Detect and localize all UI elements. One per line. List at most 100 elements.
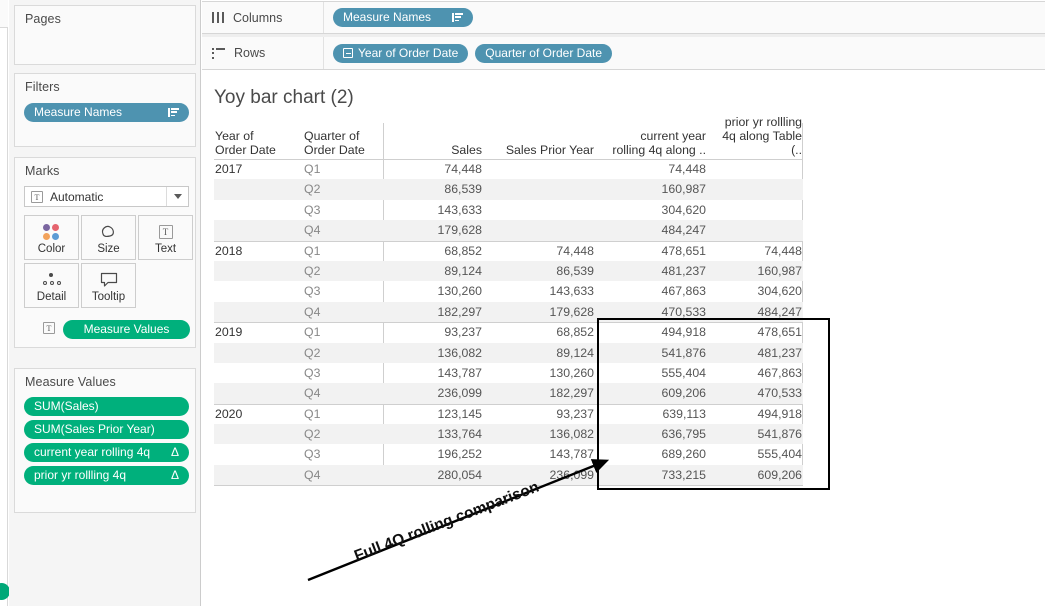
header-vertical-rule — [383, 123, 384, 160]
tableau-worksheet-window: Pages Filters Measure Names Marks T Auto… — [0, 0, 1051, 606]
cell-sales-prior-year: 182,297 — [549, 386, 594, 401]
text-glyph-icon: T — [43, 322, 55, 334]
filters-card-title: Filters — [25, 80, 60, 94]
cell-sales: 74,448 — [444, 162, 482, 176]
mark-type-label: Automatic — [50, 189, 104, 204]
marks-card: Marks T Automatic Color Size T Text Deta… — [14, 157, 196, 348]
column-header-year[interactable]: Year of Order Date — [215, 129, 295, 157]
chevron-down-icon[interactable] — [166, 187, 188, 206]
column-header-current-year-rolling-4q[interactable]: current year rolling 4q along .. — [596, 129, 706, 157]
marks-pill-measure-values[interactable]: Measure Values — [63, 320, 190, 339]
worksheet-canvas: Yoy bar chart (2) Year of Order Date Qua… — [202, 71, 1051, 606]
table-row[interactable]: Q2 89,124 86,539 481,237 160,987 — [214, 260, 803, 282]
cell-quarter: Q2 — [304, 427, 321, 442]
column-header-sales-prior-year[interactable]: Sales Prior Year — [486, 129, 594, 157]
measure-value-pill-label: SUM(Sales) — [34, 399, 99, 413]
cell-current-year-rolling-4q: 478,651 — [661, 243, 706, 258]
rows-pill-label: Year of Order Date — [358, 45, 459, 60]
measure-value-pill-prior-yr-rolling-4q[interactable]: prior yr rollling 4q Δ — [24, 466, 189, 485]
columns-shelf[interactable]: Columns Measure Names — [202, 1, 1045, 34]
table-row[interactable]: Q4 179,628 484,247 — [214, 220, 803, 241]
rows-pill-quarter-of-order-date[interactable]: Quarter of Order Date — [475, 43, 612, 63]
rows-shelf-pills: Year of Order Date Quarter of Order Date — [333, 43, 612, 63]
shelf-cards-column: Pages Filters Measure Names Marks T Auto… — [9, 0, 201, 606]
cell-sales: 68,852 — [444, 243, 482, 258]
cell-quarter: Q3 — [304, 365, 321, 380]
cell-sales-prior-year: 74,448 — [556, 243, 594, 258]
table-header-row: Year of Order Date Quarter of Order Date… — [214, 115, 803, 160]
cell-sales-prior-year: 236,099 — [549, 467, 594, 482]
size-shape-icon — [99, 221, 119, 243]
column-header-prior-yr-rolling-4q[interactable]: prior yr rollling 4q along Table (.. — [708, 115, 802, 157]
year-group-separator — [214, 159, 803, 160]
sort-icon[interactable] — [452, 13, 463, 22]
cell-current-year-rolling-4q: 467,863 — [661, 284, 706, 299]
marks-button-detail[interactable]: Detail — [24, 263, 79, 308]
left-pane-sliver — [0, 0, 8, 606]
marks-button-text[interactable]: T Text — [138, 215, 193, 260]
delta-icon: Δ — [170, 445, 179, 459]
detail-dots-icon — [41, 269, 63, 291]
mark-type-dropdown[interactable]: T Automatic — [24, 186, 189, 207]
filter-pill-measure-names[interactable]: Measure Names — [24, 103, 189, 122]
cell-quarter: Q3 — [304, 284, 321, 299]
sort-icon[interactable] — [168, 108, 179, 117]
cell-quarter: Q1 — [304, 243, 321, 258]
columns-icon — [212, 12, 224, 23]
measure-value-pill-current-year-rolling-4q[interactable]: current year rolling 4q Δ — [24, 443, 189, 462]
minus-box-icon[interactable] — [343, 48, 353, 58]
cell-current-year-rolling-4q: 481,237 — [661, 263, 706, 278]
cell-sales: 133,764 — [437, 427, 482, 442]
cell-sales: 280,054 — [437, 467, 482, 482]
header-vertical-rule-right — [802, 123, 803, 160]
columns-shelf-pills: Measure Names — [333, 8, 473, 27]
cell-prior-yr-rolling-4q: 74,448 — [764, 243, 802, 258]
marks-button-detail-label: Detail — [36, 291, 67, 303]
columns-pill-measure-names[interactable]: Measure Names — [333, 8, 473, 27]
cell-quarter: Q1 — [304, 406, 321, 421]
measure-values-card: Measure Values SUM(Sales) SUM(Sales Prio… — [14, 368, 196, 513]
rows-icon — [212, 47, 225, 59]
cell-quarter: Q4 — [304, 304, 321, 319]
pages-card-title: Pages — [25, 12, 61, 26]
table-row[interactable]: 2018 Q1 68,852 74,448 478,651 74,448 — [214, 241, 803, 261]
rows-shelf[interactable]: Rows Year of Order Date Quarter of Order… — [202, 37, 1045, 70]
text-mark-icon: T — [31, 190, 43, 203]
measure-value-pill-sum-sales-prior-year[interactable]: SUM(Sales Prior Year) — [24, 420, 189, 439]
columns-shelf-label: Columns — [233, 10, 283, 25]
marks-button-size[interactable]: Size — [81, 215, 136, 260]
marks-button-color[interactable]: Color — [24, 215, 79, 260]
cell-quarter: Q3 — [304, 447, 321, 462]
cell-sales: 130,260 — [437, 284, 482, 299]
table-row[interactable]: Q3 143,633 304,620 — [214, 200, 803, 220]
column-header-sales[interactable]: Sales — [389, 129, 482, 157]
annotation-label: Full 4Q rolling comparison — [352, 478, 542, 565]
cell-prior-yr-rolling-4q: 304,620 — [757, 284, 802, 299]
year-group-separator — [214, 240, 803, 242]
cell-year: 2020 — [215, 406, 243, 421]
cell-sales-prior-year: 68,852 — [556, 325, 594, 340]
cell-sales: 123,145 — [437, 406, 482, 421]
delta-icon: Δ — [170, 468, 179, 482]
cell-sales-prior-year: 143,787 — [549, 447, 594, 462]
measure-values-card-title: Measure Values — [25, 375, 116, 389]
cell-sales-prior-year: 86,539 — [556, 263, 594, 278]
cell-sales: 236,099 — [437, 386, 482, 401]
table-row[interactable]: 2017 Q1 74,448 74,448 — [214, 159, 803, 179]
cell-quarter: Q2 — [304, 263, 321, 278]
filter-pill-label: Measure Names — [34, 105, 123, 119]
cell-sales: 143,787 — [437, 365, 482, 380]
highlight-rectangle-annotation — [597, 318, 830, 490]
pages-card: Pages — [14, 5, 196, 65]
measure-value-pill-sum-sales[interactable]: SUM(Sales) — [24, 397, 189, 416]
table-row[interactable]: Q2 86,539 160,987 — [214, 179, 803, 200]
cell-quarter: Q4 — [304, 223, 321, 238]
marks-button-text-label: Text — [154, 243, 177, 255]
cell-quarter: Q1 — [304, 325, 321, 340]
cell-sales: 89,124 — [444, 263, 482, 278]
rows-pill-year-of-order-date[interactable]: Year of Order Date — [333, 43, 469, 63]
cell-sales: 143,633 — [437, 202, 482, 217]
marks-button-tooltip[interactable]: Tooltip — [81, 263, 136, 308]
column-header-quarter[interactable]: Quarter of Order Date — [304, 129, 384, 157]
table-row[interactable]: Q3 130,260 143,633 467,863 304,620 — [214, 281, 803, 301]
